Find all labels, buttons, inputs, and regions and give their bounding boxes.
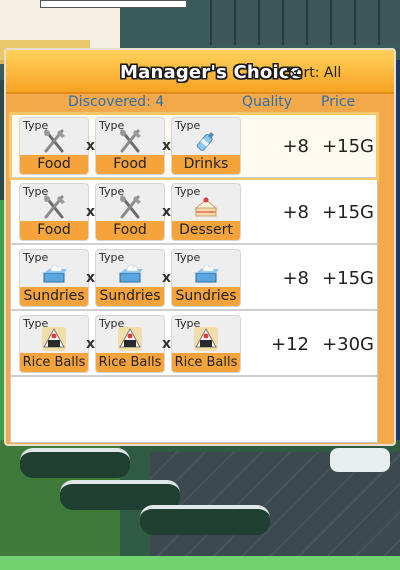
rice-ball-icon (42, 327, 66, 351)
quality-value: +12 (271, 334, 309, 355)
quality-value: +8 (282, 268, 309, 289)
category-label: Rice Balls (96, 353, 164, 372)
category-label: Food (96, 221, 164, 240)
fork-knife-icon (120, 195, 141, 219)
price-column-header[interactable]: Price (321, 94, 355, 110)
tissue-box-icon (43, 264, 67, 283)
combo-item-slot[interactable]: Type Sundries (171, 249, 241, 307)
combo-row[interactable]: Type Food x Type Food (11, 180, 377, 245)
managers-choice-panel: Manager's Choice Sort: All Discovered: 4… (4, 48, 396, 446)
tissue-box-icon (195, 264, 219, 283)
quality-column-header[interactable]: Quality (242, 94, 292, 110)
category-label: Food (20, 221, 88, 240)
category-label: Rice Balls (20, 353, 88, 372)
combo-item-slot[interactable]: Type Dessert (171, 183, 241, 241)
combo-row[interactable]: Type Sundries x Type Sundries x Type Sun… (11, 246, 377, 311)
price-value: +15G (322, 268, 374, 289)
combo-item-slot[interactable]: Type Drinks (171, 117, 241, 175)
combine-separator: x (162, 138, 172, 154)
price-value: +15G (322, 202, 374, 223)
tissue-box-icon (119, 264, 143, 283)
quality-value: +8 (282, 202, 309, 223)
cake-icon (194, 197, 218, 217)
category-label: Rice Balls (172, 353, 240, 372)
combo-item-slot[interactable]: Type Food (95, 117, 165, 175)
combo-item-slot[interactable]: Type Sundries (95, 249, 165, 307)
combo-item-slot[interactable]: Type Food (19, 183, 89, 241)
combo-item-slot[interactable]: Type Rice Balls (171, 315, 241, 373)
combo-row[interactable]: Type Rice Balls x Type Rice Balls x Type… (11, 312, 377, 377)
combo-item-slot[interactable]: Type Food (95, 183, 165, 241)
category-label: Food (20, 155, 88, 174)
background-hedge (140, 505, 270, 535)
price-value: +30G (322, 334, 374, 355)
fork-knife-icon (44, 195, 65, 219)
category-label: Sundries (96, 287, 164, 306)
discovered-count: Discovered: 4 (68, 94, 165, 110)
combine-separator: x (86, 336, 96, 352)
combine-separator: x (162, 270, 172, 286)
combine-separator: x (86, 204, 96, 220)
combo-row[interactable]: Type Food x Type Food (9, 112, 379, 181)
quality-value: +8 (282, 136, 309, 157)
background-hedge (20, 448, 130, 478)
category-label: Sundries (20, 287, 88, 306)
background-snow-bush (330, 448, 390, 472)
combo-item-slot[interactable]: Type Food (19, 117, 89, 175)
category-label: Sundries (172, 287, 240, 306)
sort-button[interactable]: Sort: All (286, 65, 341, 81)
fork-knife-icon (44, 129, 65, 153)
combine-separator: x (162, 336, 172, 352)
combo-item-slot[interactable]: Type Sundries (19, 249, 89, 307)
combine-separator: x (86, 270, 96, 286)
background-fence (210, 0, 400, 45)
category-label: Food (96, 155, 164, 174)
category-label: Drinks (172, 155, 240, 174)
rice-ball-icon (118, 327, 142, 351)
combine-separator: x (86, 138, 96, 154)
combine-separator: x (162, 204, 172, 220)
rice-ball-icon (194, 327, 218, 351)
price-value: +15G (322, 136, 374, 157)
bottom-bar[interactable] (0, 556, 400, 570)
combo-item-slot[interactable]: Type Rice Balls (95, 315, 165, 373)
fork-knife-icon (120, 129, 141, 153)
category-label: Dessert (172, 221, 240, 240)
bottle-icon (196, 132, 214, 151)
combo-list[interactable]: Type Food x Type Food x Type Drinks +8 +… (9, 112, 379, 443)
background-sign (40, 0, 187, 8)
panel-title: Manager's Choice (120, 62, 303, 83)
combo-item-slot[interactable]: Type Rice Balls (19, 315, 89, 373)
